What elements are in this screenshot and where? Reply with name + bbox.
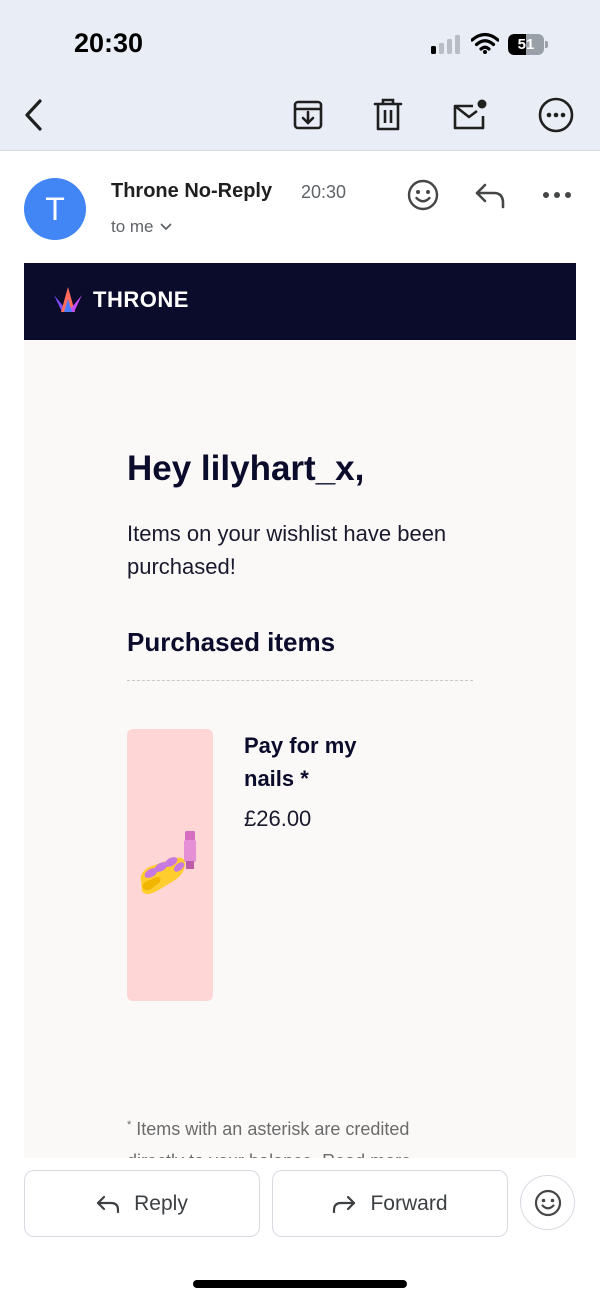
greeting: Hey lilyhart_x, — [127, 449, 365, 488]
app-header: 20:30 51 — [0, 0, 600, 150]
item-price: £26.00 — [244, 806, 312, 831]
emoji-react-button[interactable] — [406, 178, 440, 212]
wifi-icon — [471, 32, 499, 54]
cellular-signal-icon — [431, 34, 461, 54]
item-name[interactable]: Pay for my nails * — [244, 729, 394, 795]
sender-avatar[interactable]: T — [24, 178, 86, 240]
chevron-down-icon — [160, 223, 171, 231]
footnote: * Items with an asterisk are credited di… — [127, 1109, 457, 1158]
back-button[interactable] — [14, 95, 54, 135]
reply-label: Reply — [134, 1191, 188, 1215]
archive-button[interactable] — [288, 95, 328, 135]
mark-unread-icon — [453, 99, 487, 130]
emoji-react-icon — [407, 179, 439, 211]
battery-icon: 51 — [508, 34, 548, 55]
section-title: Purchased items — [127, 627, 336, 657]
intro-text: Items on your wishlist have been purchas… — [127, 521, 447, 579]
home-indicator[interactable] — [193, 1280, 407, 1288]
reply-action-button[interactable]: Reply — [24, 1170, 260, 1237]
mark-unread-button[interactable] — [450, 95, 490, 135]
brand-banner: THRONE — [24, 263, 576, 340]
emoji-react-icon — [534, 1189, 561, 1216]
status-time: 20:30 — [74, 28, 144, 58]
footnote-text: Items with an asterisk are credited dire… — [127, 1119, 411, 1158]
reply-icon — [97, 1195, 120, 1213]
throne-crown-logo — [54, 287, 82, 312]
forward-icon — [333, 1195, 356, 1213]
email-more-button[interactable] — [540, 178, 574, 212]
more-options-icon — [538, 97, 574, 133]
reply-icon — [475, 183, 505, 209]
email-body[interactable]: THRONE Hey lilyhart_x, Items on your wis… — [24, 263, 576, 1158]
recipient-details-toggle[interactable]: to me — [111, 217, 172, 237]
brand-name: THRONE — [93, 287, 189, 312]
battery-percent: 51 — [517, 36, 535, 53]
delete-button[interactable] — [368, 95, 408, 135]
delete-icon — [373, 98, 403, 131]
back-icon — [25, 99, 42, 131]
header-divider — [0, 150, 600, 151]
more-options-button[interactable] — [536, 95, 576, 135]
nail-polish-icon — [140, 831, 196, 894]
archive-icon — [293, 100, 323, 130]
forward-label: Forward — [370, 1191, 448, 1215]
recipient-label: to me — [111, 217, 154, 236]
reply-button[interactable] — [473, 178, 507, 212]
forward-action-button[interactable]: Forward — [272, 1170, 508, 1237]
sender-name[interactable]: Throne No-Reply — [111, 180, 272, 203]
more-icon — [543, 192, 571, 198]
dashed-divider — [127, 680, 473, 681]
emoji-reaction-button[interactable] — [520, 1175, 575, 1230]
sent-time: 20:30 — [301, 182, 347, 202]
item-image-card[interactable] — [127, 729, 213, 1001]
